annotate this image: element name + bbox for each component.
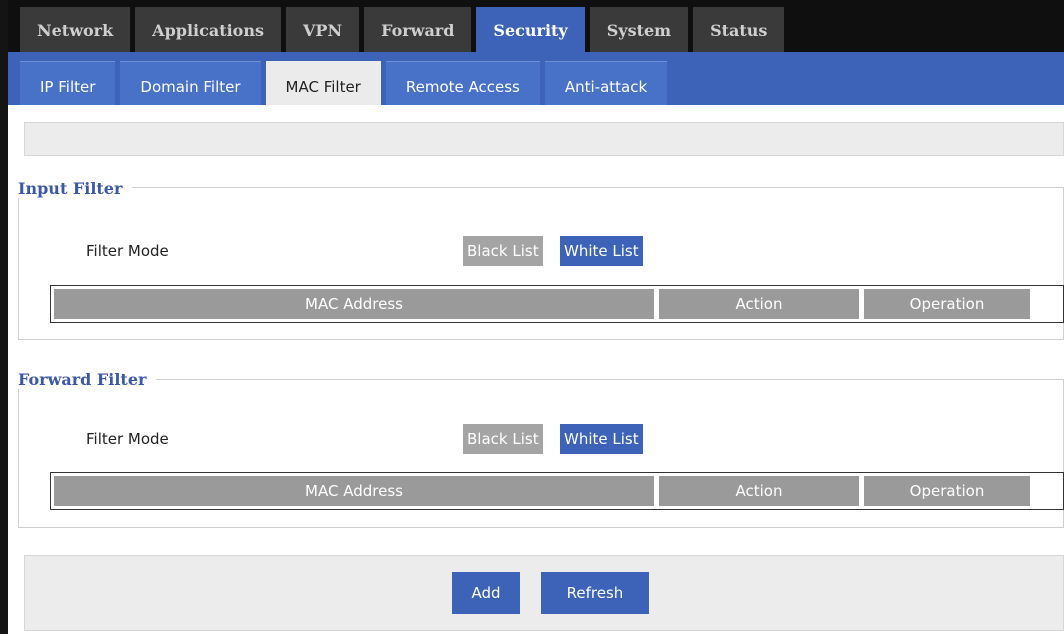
input-filter-rule [18,187,1064,188]
info-strip [24,122,1064,156]
forward-filter-black-list-button[interactable]: Black List [463,424,543,454]
input-filter-title: Input Filter [18,179,133,198]
input-filter-black-list-button[interactable]: Black List [463,236,543,266]
subtab-remote-access[interactable]: Remote Access [385,61,540,105]
add-button[interactable]: Add [452,572,520,614]
column-header-operation: Operation [864,476,1030,506]
subtab-ip-filter[interactable]: IP Filter [20,61,116,105]
column-header-action: Action [659,476,859,506]
forward-filter-mode-label: Filter Mode [86,430,169,448]
tab-applications[interactable]: Applications [135,7,281,52]
column-header-mac-address: MAC Address [54,289,654,319]
column-header-action: Action [659,289,859,319]
tab-forward[interactable]: Forward [364,7,472,52]
refresh-button[interactable]: Refresh [541,572,649,614]
tab-vpn[interactable]: VPN [286,7,360,52]
column-header-operation: Operation [864,289,1030,319]
subtab-mac-filter[interactable]: MAC Filter [265,61,381,105]
sub-tabs: IP Filter Domain Filter MAC Filter Remot… [20,61,668,105]
tab-status[interactable]: Status [693,7,785,52]
forward-filter-table: MAC Address Action Operation [50,472,1064,510]
input-filter-table: MAC Address Action Operation [50,285,1064,323]
tab-system[interactable]: System [589,7,689,52]
subtab-anti-attack[interactable]: Anti-attack [544,61,668,105]
tab-security[interactable]: Security [476,7,585,52]
forward-filter-rule [18,379,1064,380]
main-tabs: Network Applications VPN Forward Securit… [20,7,785,52]
subtab-domain-filter[interactable]: Domain Filter [120,61,261,105]
tab-network[interactable]: Network [20,7,131,52]
forward-filter-title: Forward Filter [18,370,157,389]
column-header-mac-address: MAC Address [54,476,654,506]
forward-filter-white-list-button[interactable]: White List [560,424,643,454]
input-filter-mode-label: Filter Mode [86,242,169,260]
window-left-border [0,0,8,634]
input-filter-white-list-button[interactable]: White List [560,236,643,266]
